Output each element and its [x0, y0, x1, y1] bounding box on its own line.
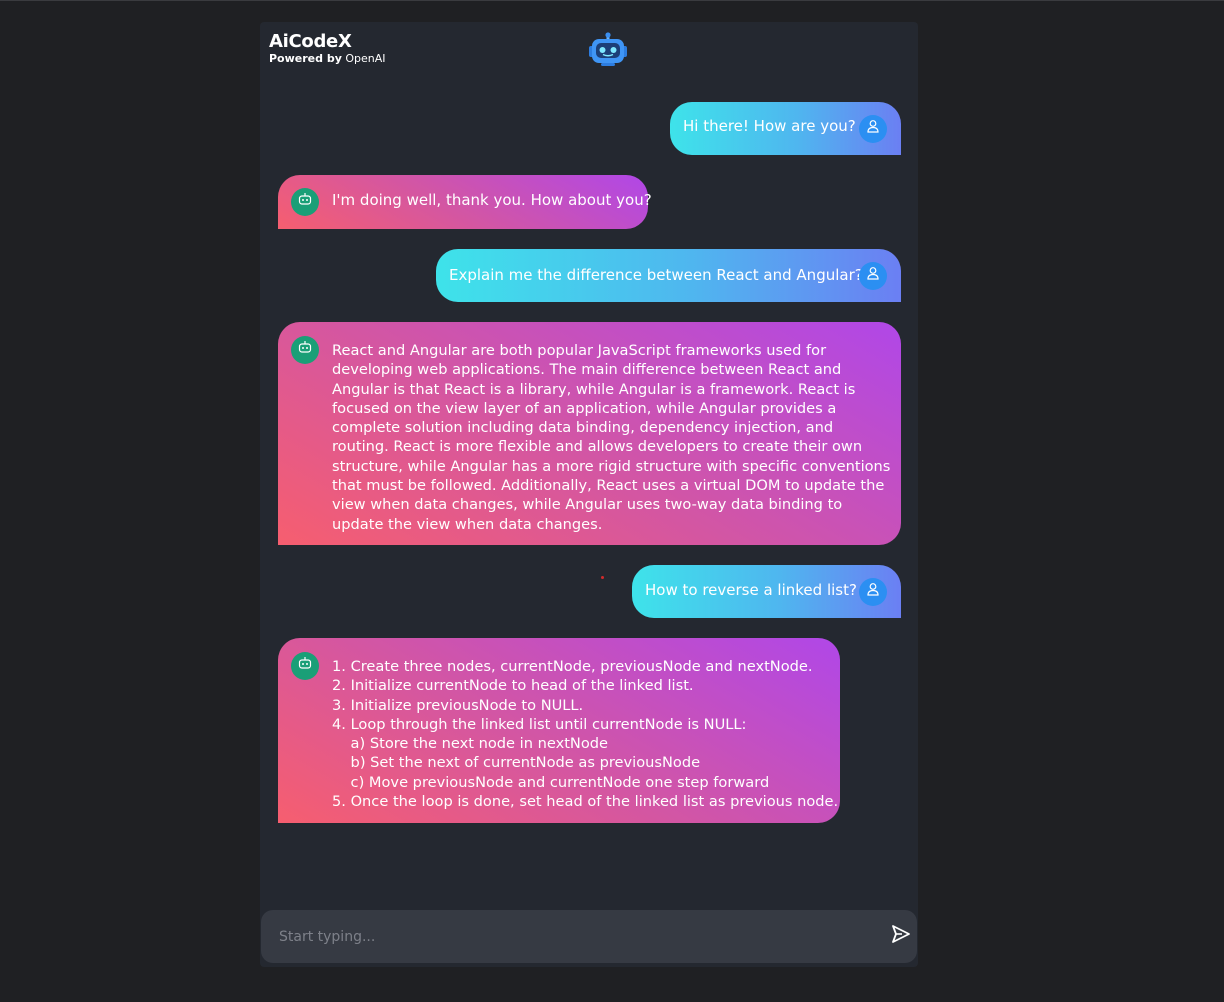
message-text: I'm doing well, thank you. How about you…: [332, 191, 652, 209]
message-text: Explain me the difference between React …: [449, 266, 863, 284]
bot-message: React and Angular are both popular JavaS…: [278, 322, 901, 545]
chat-input-bar: [261, 910, 917, 963]
message-text: How to reverse a linked list?: [645, 581, 857, 599]
user-icon: [866, 119, 880, 138]
message-input[interactable]: [261, 910, 881, 963]
powered-by-prefix: Powered by: [269, 52, 342, 65]
powered-by: Powered by OpenAI: [269, 52, 386, 66]
message-text: React and Angular are both popular JavaS…: [332, 342, 891, 533]
stray-dot: [601, 576, 604, 579]
bot-avatar: [291, 652, 319, 680]
chat-app: AiCodeX Powered by OpenAI Hi there! How …: [260, 22, 918, 967]
message-text: 1. Create three nodes, currentNode, prev…: [332, 658, 839, 811]
robot-icon: [588, 32, 628, 68]
user-message: How to reverse a linked list?: [632, 565, 901, 618]
message-text: Hi there! How are you?: [683, 117, 856, 135]
bot-avatar: [291, 188, 319, 216]
bot-icon: [297, 339, 313, 360]
bot-icon: [297, 191, 313, 212]
user-icon: [866, 582, 880, 601]
powered-by-brand: OpenAI: [345, 52, 386, 65]
bot-avatar: [291, 336, 319, 364]
bot-message: I'm doing well, thank you. How about you…: [278, 175, 652, 229]
bot-icon: [297, 655, 313, 676]
brand: AiCodeX Powered by OpenAI: [269, 32, 386, 66]
app-title: AiCodeX: [269, 31, 352, 52]
user-message: Hi there! How are you?: [670, 102, 901, 155]
user-avatar: [859, 578, 887, 606]
bot-message: 1. Create three nodes, currentNode, prev…: [278, 638, 840, 823]
send-button[interactable]: [889, 924, 913, 948]
user-icon: [866, 266, 880, 285]
user-message: Explain me the difference between React …: [436, 249, 901, 302]
user-avatar: [859, 262, 887, 290]
window-top-border: [0, 0, 1224, 1]
send-icon: [891, 924, 911, 948]
user-avatar: [859, 115, 887, 143]
